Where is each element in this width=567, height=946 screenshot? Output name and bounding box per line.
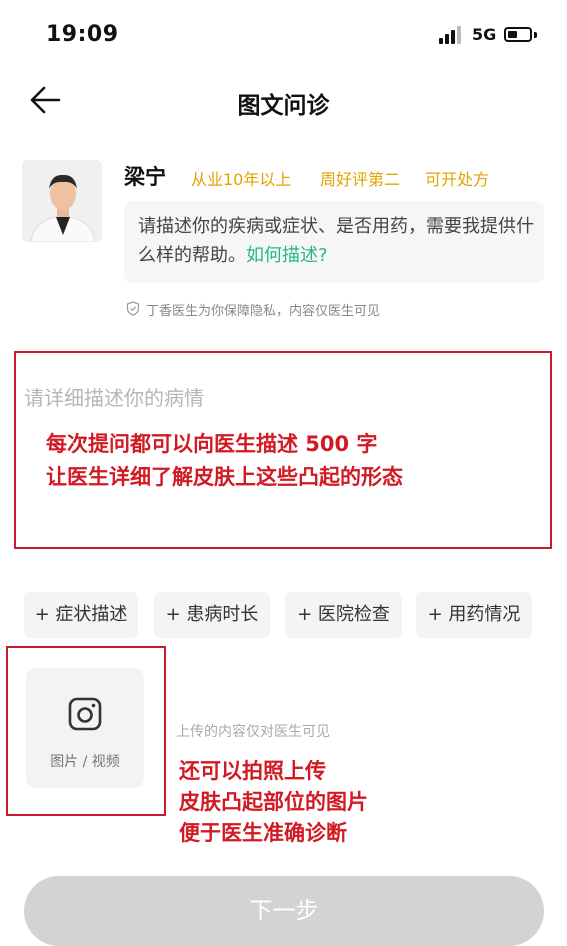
chip-medication[interactable]: + 用药情况 (416, 592, 532, 638)
doctor-avatar (22, 160, 102, 242)
signal-icon (439, 26, 465, 44)
privacy-note: 丁香医生为你保障隐私，内容仅医生可见 (146, 304, 381, 319)
description-placeholder: 请详细描述你的病情 (24, 386, 204, 410)
doctor-tag-experience: 从业10年以上 (191, 170, 292, 189)
battery-tip (534, 32, 537, 38)
upload-visibility-note: 上传的内容仅对医生可见 (176, 724, 330, 740)
how-to-describe-link[interactable]: 如何描述? (246, 245, 328, 266)
doctor-message-text: 请描述你的疾病或症状、是否用药，需要我提供什么样的帮助。 (138, 216, 534, 266)
chip-symptom-description[interactable]: + 症状描述 (24, 592, 138, 638)
upload-annotation: 还可以拍照上传 皮肤凸起部位的图片 便于医生准确诊断 (179, 756, 368, 849)
network-label: 5G (472, 25, 497, 44)
page-title: 图文问诊 (237, 93, 330, 119)
annotation-line: 让医生详细了解皮肤上这些凸起的形态 (46, 465, 403, 489)
next-step-button[interactable]: 下一步 (24, 876, 544, 946)
doctor-message: 请描述你的疾病或症状、是否用药，需要我提供什么样的帮助。如何描述? (138, 212, 538, 270)
description-annotation: 每次提问都可以向医生描述 500 字 让医生详细了解皮肤上这些凸起的形态 (46, 428, 403, 494)
annotation-line: 便于医生准确诊断 (179, 821, 347, 845)
annotation-line: 皮肤凸起部位的图片 (179, 790, 368, 814)
doctor-tag-prescription: 可开处方 (425, 170, 490, 189)
camera-icon (68, 697, 102, 731)
shield-icon (126, 301, 140, 316)
annotation-line: 每次提问都可以向医生描述 500 字 (46, 432, 378, 456)
doctor-tag-rating: 周好评第二 (320, 170, 401, 189)
doctor-name: 梁宁 (124, 165, 166, 189)
status-time: 19:09 (46, 22, 119, 47)
chip-illness-duration[interactable]: + 患病时长 (154, 592, 270, 638)
upload-label: 图片 / 视频 (50, 754, 120, 770)
battery-icon (504, 27, 532, 42)
annotation-line: 还可以拍照上传 (179, 759, 326, 783)
chip-hospital-exam[interactable]: + 医院检查 (285, 592, 402, 638)
